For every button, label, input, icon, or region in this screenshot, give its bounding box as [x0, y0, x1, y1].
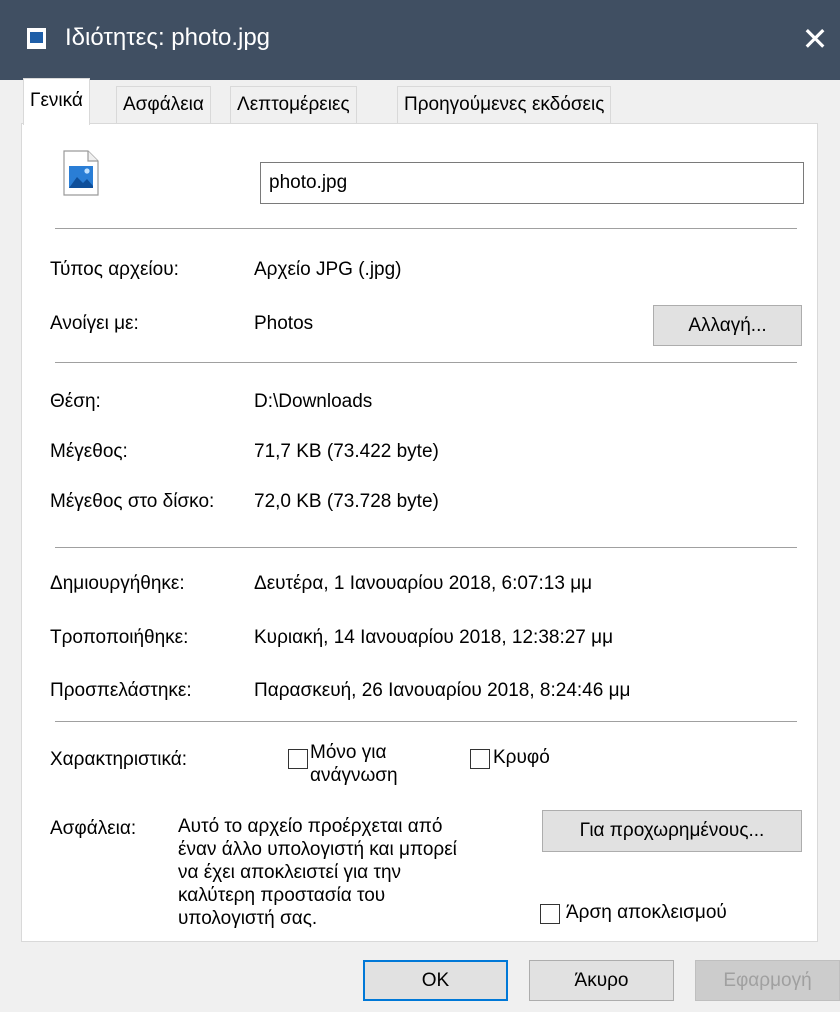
location-value: D:\Downloads	[254, 391, 373, 412]
tab-details[interactable]: Λεπτομέρειες	[230, 86, 357, 124]
readonly-label-line2: ανάγνωση	[310, 765, 398, 786]
size-value: 71,7 KB (73.422 byte)	[254, 441, 439, 462]
ok-button[interactable]: OK	[363, 960, 508, 1001]
security-message-line: καλύτερη προστασία του	[178, 885, 386, 906]
security-label: Ασφάλεια:	[50, 818, 137, 839]
image-file-icon	[63, 150, 99, 196]
separator	[55, 547, 797, 548]
size-label: Μέγεθος:	[50, 441, 128, 462]
advanced-button[interactable]: Για προχωρημένους...	[542, 810, 802, 852]
size-on-disk-label: Μέγεθος στο δίσκο:	[50, 491, 215, 512]
hidden-checkbox-label: Κρυφό	[493, 747, 550, 768]
apply-button[interactable]: Εφαρμογή	[695, 960, 840, 1001]
tab-security[interactable]: Ασφάλεια	[116, 86, 211, 124]
title-bar: Ιδιότητες: photo.jpg ✕	[0, 0, 840, 80]
size-on-disk-value: 72,0 KB (73.728 byte)	[254, 491, 439, 512]
unblock-checkbox-label: Άρση αποκλεισμού	[566, 902, 727, 923]
security-message: Αυτό το αρχείο προέρχεται από έναν άλλο …	[178, 815, 457, 930]
cancel-button[interactable]: Άκυρο	[529, 960, 674, 1001]
security-message-line: να έχει αποκλειστεί για την	[178, 862, 402, 883]
unblock-checkbox[interactable]	[540, 904, 560, 924]
file-name-input[interactable]: photo.jpg	[260, 162, 804, 204]
security-message-line: Αυτό το αρχείο προέρχεται από	[178, 816, 443, 837]
readonly-label-line1: Μόνο για	[310, 742, 387, 763]
file-type-value: Αρχείο JPG (.jpg)	[254, 259, 402, 280]
hidden-checkbox[interactable]	[470, 749, 490, 769]
tab-previous-versions[interactable]: Προηγούμενες εκδόσεις	[397, 86, 612, 124]
file-properties-icon	[27, 28, 46, 49]
security-message-line: έναν άλλο υπολογιστή και μπορεί	[178, 839, 457, 860]
separator	[55, 362, 797, 363]
opens-with-label: Ανοίγει με:	[50, 313, 139, 334]
modified-label: Τροποποιήθηκε:	[50, 627, 189, 648]
close-icon: ✕	[801, 21, 829, 57]
modified-value: Κυριακή, 14 Ιανουαρίου 2018, 12:38:27 μμ	[254, 627, 614, 648]
file-type-label: Τύπος αρχείου:	[50, 259, 179, 280]
separator	[55, 228, 797, 229]
close-button[interactable]: ✕	[790, 14, 840, 64]
created-value: Δευτέρα, 1 Ιανουαρίου 2018, 6:07:13 μμ	[254, 573, 593, 594]
attributes-label: Χαρακτηριστικά:	[50, 749, 188, 770]
readonly-checkbox-label: Μόνο για ανάγνωση	[310, 741, 398, 787]
window-title: Ιδιότητες: photo.jpg	[65, 24, 271, 51]
opens-with-value: Photos	[254, 313, 314, 334]
readonly-checkbox[interactable]	[288, 749, 308, 769]
separator	[55, 721, 797, 722]
location-label: Θέση:	[50, 391, 101, 412]
tab-general[interactable]: Γενικά	[23, 78, 90, 125]
change-button[interactable]: Αλλαγή...	[653, 305, 802, 346]
created-label: Δημιουργήθηκε:	[50, 573, 185, 594]
security-message-line: υπολογιστή σας.	[178, 908, 318, 929]
accessed-label: Προσπελάστηκε:	[50, 680, 192, 701]
accessed-value: Παρασκευή, 26 Ιανουαρίου 2018, 8:24:46 μ…	[254, 680, 631, 701]
